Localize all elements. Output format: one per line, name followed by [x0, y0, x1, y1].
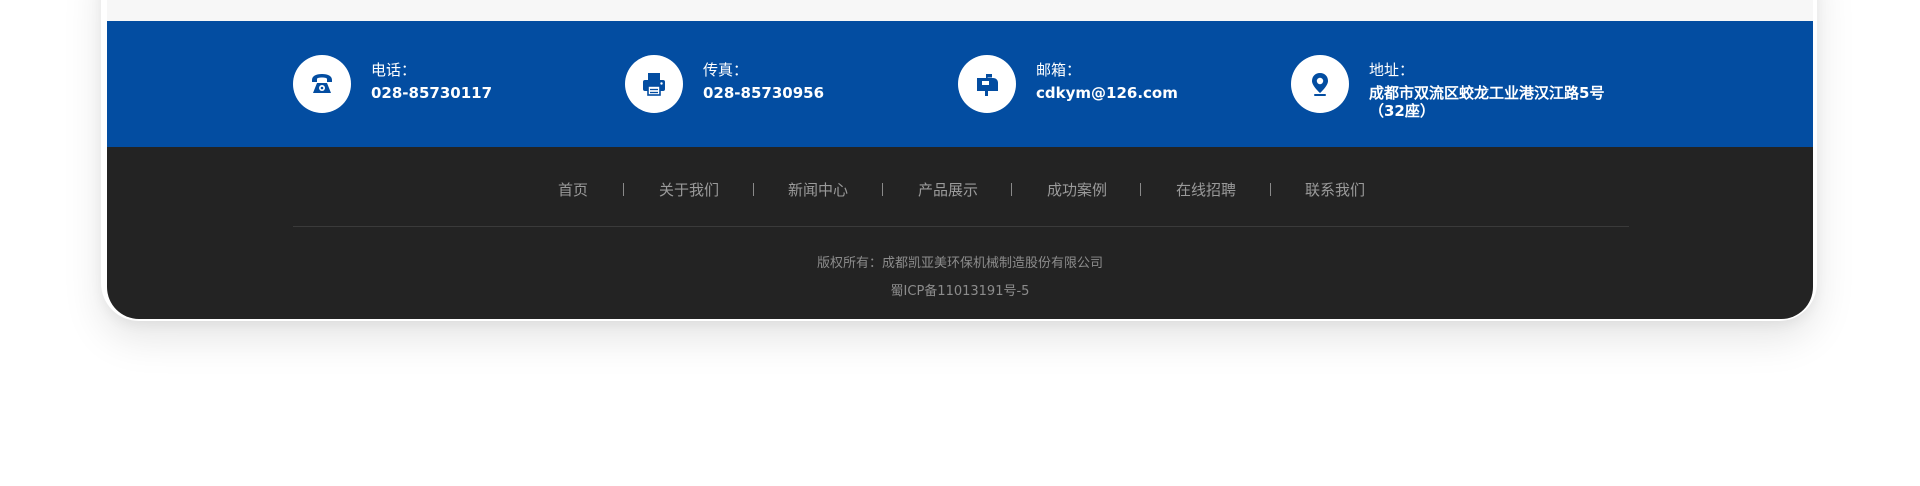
content-strip	[107, 0, 1813, 21]
contact-fax: 传真： 028-85730956	[625, 55, 885, 115]
address-line-1: 成都市双流区蛟龙工业港汉江路5号	[1369, 84, 1605, 102]
fax-icon	[625, 55, 683, 113]
contact-phone-label: 电话：	[371, 61, 417, 79]
footer-divider	[293, 226, 1629, 227]
nav-cases[interactable]: 成功案例	[1047, 179, 1107, 200]
bottom-footer: 首页 关于我们 新闻中心 产品展示 成功案例 在线招聘 联系我们 版权所有：成都…	[107, 147, 1813, 319]
nav-separator	[882, 183, 883, 196]
contact-address: 地址： 成都市双流区蛟龙工业港汉江路5号 （32座）	[1291, 55, 1651, 120]
nav-contact[interactable]: 联系我们	[1305, 179, 1365, 200]
footer-container: 电话： 028-85730117 传真： 028-85730956 邮箱： cd…	[107, 0, 1813, 319]
nav-separator	[623, 183, 624, 196]
contact-phone-value: 028-85730117	[371, 84, 493, 102]
contact-address-label: 地址：	[1369, 61, 1415, 79]
copyright-text: 版权所有：成都凯亚美环保机械制造股份有限公司	[816, 256, 1103, 271]
contact-email: 邮箱： cdkym@126.com	[958, 55, 1218, 115]
phone-icon	[293, 55, 351, 113]
contact-phone: 电话： 028-85730117	[293, 55, 553, 115]
nav-separator	[1140, 183, 1141, 196]
nav-home[interactable]: 首页	[558, 179, 588, 200]
contact-email-value[interactable]: cdkym@126.com	[1036, 84, 1178, 102]
nav-separator	[753, 183, 754, 196]
mailbox-icon	[958, 55, 1016, 113]
location-pin-icon	[1291, 55, 1349, 113]
nav-products[interactable]: 产品展示	[918, 179, 978, 200]
contact-bar: 电话： 028-85730117 传真： 028-85730956 邮箱： cd…	[107, 21, 1813, 147]
nav-about[interactable]: 关于我们	[659, 179, 719, 200]
contact-address-value: 成都市双流区蛟龙工业港汉江路5号 （32座）	[1369, 84, 1604, 120]
nav-jobs[interactable]: 在线招聘	[1176, 179, 1236, 200]
contact-email-label: 邮箱：	[1036, 61, 1082, 79]
nav-news[interactable]: 新闻中心	[788, 179, 848, 200]
icp-number[interactable]: 蜀ICP备11013191号-5	[107, 280, 1813, 299]
nav-separator	[1270, 183, 1271, 196]
address-line-2: （32座）	[1369, 102, 1435, 120]
contact-fax-value: 028-85730956	[703, 84, 825, 102]
nav-separator	[1011, 183, 1012, 196]
contact-fax-label: 传真：	[703, 61, 749, 79]
footer-nav: 首页 关于我们 新闻中心 产品展示 成功案例 在线招聘 联系我们	[107, 179, 1813, 201]
